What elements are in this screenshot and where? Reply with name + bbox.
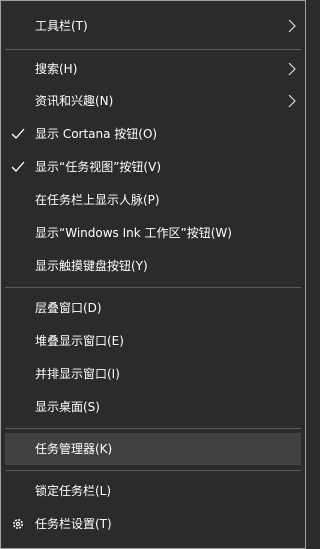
menu-item-news-and-interests[interactable]: 资讯和兴趣(N) bbox=[5, 85, 301, 117]
menu-item-label: 显示 Cortana 按钮(O) bbox=[35, 127, 158, 141]
menu-item-show-task-view[interactable]: 显示“任务视图”按钮(V) bbox=[5, 151, 301, 183]
menu-item-taskbar-settings[interactable]: 任务栏设置(T) bbox=[5, 508, 301, 540]
menu-item-label: 并排显示窗口(I) bbox=[35, 367, 120, 381]
menu-separator bbox=[5, 428, 301, 429]
menu-item-label: 显示“任务视图”按钮(V) bbox=[35, 160, 162, 174]
menu-separator bbox=[5, 470, 301, 471]
menu-item-label: 任务栏设置(T) bbox=[35, 517, 112, 531]
menu-item-show-desktop[interactable]: 显示桌面(S) bbox=[5, 391, 301, 423]
menu-item-label: 堆叠显示窗口(E) bbox=[35, 334, 124, 348]
menu-item-label: 工具栏(T) bbox=[35, 19, 88, 33]
gear-icon bbox=[13, 519, 23, 529]
chevron-right-icon bbox=[288, 62, 296, 76]
menu-item-toolbars[interactable]: 工具栏(T) bbox=[5, 10, 301, 42]
taskbar-context-menu: 工具栏(T) 搜索(H) 资讯和兴趣(N) 显示 Cortana 按钮(O) 显… bbox=[0, 0, 306, 549]
chevron-right-icon bbox=[288, 94, 296, 108]
menu-item-label: 搜索(H) bbox=[35, 62, 78, 76]
menu-item-show-cortana[interactable]: 显示 Cortana 按钮(O) bbox=[5, 118, 301, 150]
chevron-right-icon bbox=[288, 19, 296, 33]
menu-item-label: 显示“Windows Ink 工作区”按钮(W) bbox=[35, 226, 232, 240]
menu-item-label: 锁定任务栏(L) bbox=[35, 484, 112, 498]
menu-item-label: 在任务栏上显示人脉(P) bbox=[35, 193, 160, 207]
menu-item-label: 显示触摸键盘按钮(Y) bbox=[35, 259, 148, 273]
menu-item-side-by-side-windows[interactable]: 并排显示窗口(I) bbox=[5, 358, 301, 390]
checkmark-icon bbox=[11, 161, 25, 172]
menu-item-label: 资讯和兴趣(N) bbox=[35, 94, 114, 108]
menu-item-label: 层叠窗口(D) bbox=[35, 301, 102, 315]
menu-item-lock-taskbar[interactable]: 锁定任务栏(L) bbox=[5, 475, 301, 507]
menu-item-show-windows-ink[interactable]: 显示“Windows Ink 工作区”按钮(W) bbox=[5, 217, 301, 249]
menu-item-task-manager[interactable]: 任务管理器(K) bbox=[5, 433, 301, 465]
checkmark-icon bbox=[11, 128, 25, 139]
menu-item-label: 任务管理器(K) bbox=[35, 442, 113, 456]
menu-item-show-people[interactable]: 在任务栏上显示人脉(P) bbox=[5, 184, 301, 216]
menu-item-show-touch-keyboard[interactable]: 显示触摸键盘按钮(Y) bbox=[5, 250, 301, 282]
menu-item-stack-windows[interactable]: 堆叠显示窗口(E) bbox=[5, 325, 301, 357]
menu-item-cascade-windows[interactable]: 层叠窗口(D) bbox=[5, 292, 301, 324]
menu-item-search[interactable]: 搜索(H) bbox=[5, 53, 301, 85]
menu-separator bbox=[5, 49, 301, 50]
menu-separator bbox=[5, 287, 301, 288]
menu-item-label: 显示桌面(S) bbox=[35, 400, 100, 414]
